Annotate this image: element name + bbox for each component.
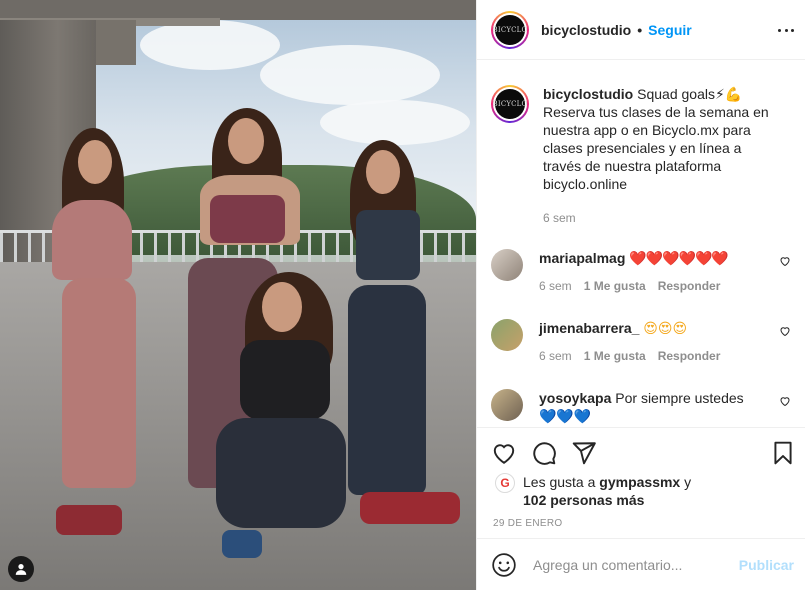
- comment-like-icon[interactable]: [779, 325, 791, 337]
- comment-username[interactable]: mariapalmag: [539, 250, 625, 266]
- person-top: [210, 195, 285, 243]
- comment-text: ❤️❤️❤️❤️❤️❤️: [629, 250, 729, 266]
- tagged-user-icon[interactable]: [8, 556, 34, 582]
- avatar-logo: BICYCLO: [493, 14, 527, 45]
- profile-avatar[interactable]: BICYCLO: [491, 10, 529, 49]
- header-separator: •: [637, 21, 643, 38]
- commenter-avatar[interactable]: [491, 249, 523, 281]
- comment-meta: 6 sem 1 Me gusta Responder: [539, 279, 759, 293]
- more-options-icon[interactable]: [778, 22, 794, 38]
- person-head: [262, 282, 302, 332]
- comment-likes[interactable]: 1 Me gusta: [584, 349, 646, 363]
- commenter-avatar[interactable]: [491, 389, 523, 421]
- comment-item: mariapalmag ❤️❤️❤️❤️❤️❤️ 6 sem 1 Me gust…: [491, 249, 791, 293]
- person-legs: [216, 418, 346, 528]
- caption: BICYCLO bicyclostudio Squad goals⚡💪 Rese…: [491, 85, 783, 227]
- person-head: [78, 140, 112, 184]
- caption-avatar[interactable]: BICYCLO: [491, 85, 529, 123]
- comment-meta: 6 sem 1 Me gusta Responder: [539, 349, 759, 363]
- comment-icon[interactable]: [531, 440, 557, 466]
- liker-avatar[interactable]: G: [495, 473, 515, 493]
- likes-prefix: Les gusta a: [523, 474, 600, 490]
- likes-mid: y: [680, 474, 692, 490]
- comments-feed[interactable]: BICYCLO bicyclostudio Squad goals⚡💪 Rese…: [477, 61, 805, 427]
- caption-username[interactable]: bicyclostudio: [543, 86, 633, 102]
- liker-username[interactable]: gympassmx: [599, 474, 680, 490]
- share-icon[interactable]: [571, 440, 597, 466]
- header-username[interactable]: bicyclostudio: [541, 22, 631, 38]
- comment-username[interactable]: yosoykapa: [539, 390, 611, 406]
- comment-time[interactable]: 6 sem: [539, 279, 572, 293]
- photo-cloud: [320, 100, 470, 145]
- commenter-avatar[interactable]: [491, 319, 523, 351]
- post-header: BICYCLO bicyclostudio • Seguir: [477, 0, 805, 60]
- publish-button[interactable]: Publicar: [739, 557, 794, 573]
- comment-item: jimenabarrera_ 😍😍😍 6 sem 1 Me gusta Resp…: [491, 319, 791, 363]
- comment-composer: Publicar: [477, 538, 805, 590]
- person-top: [52, 200, 132, 280]
- person-head: [366, 150, 400, 194]
- comment-like-icon[interactable]: [779, 255, 791, 267]
- comment-like-icon[interactable]: [779, 395, 791, 407]
- like-heart-icon[interactable]: [491, 440, 517, 466]
- user-silhouette-icon: [15, 564, 27, 575]
- person-top: [240, 340, 330, 420]
- comment-likes[interactable]: 1 Me gusta: [584, 279, 646, 293]
- avatar-logo: BICYCLO: [493, 89, 527, 119]
- person-shoes: [56, 505, 122, 535]
- bookmark-icon[interactable]: [770, 440, 796, 466]
- comment-time[interactable]: 6 sem: [539, 349, 572, 363]
- post-sidebar: BICYCLO bicyclostudio • Seguir BICYCLO b…: [476, 0, 805, 590]
- comment-input[interactable]: [533, 556, 739, 573]
- reply-button[interactable]: Responder: [658, 349, 721, 363]
- emoji-icon[interactable]: [491, 552, 517, 578]
- person-top: [356, 210, 420, 280]
- person-legs: [62, 278, 136, 488]
- caption-body: bicyclostudio Squad goals⚡💪 Reserva tus …: [543, 85, 783, 227]
- post-date[interactable]: 29 DE ENERO: [493, 518, 562, 529]
- post-actions: G Les gusta a gympassmx y 102 personas m…: [477, 427, 805, 537]
- reply-button[interactable]: Responder: [658, 279, 721, 293]
- person-shoes: [222, 530, 262, 558]
- post-photo[interactable]: [0, 0, 476, 590]
- photo-cloud: [260, 45, 440, 105]
- comment-item: yosoykapa Por siempre ustedes 💙💙💙: [491, 389, 791, 425]
- follow-button[interactable]: Seguir: [648, 22, 692, 38]
- photo-pillar: [96, 20, 136, 65]
- photo-ceiling: [0, 0, 476, 20]
- person-shoes: [360, 492, 460, 524]
- likes-others[interactable]: 102 personas más: [523, 492, 644, 508]
- comment-username[interactable]: jimenabarrera_: [539, 320, 639, 336]
- person-head: [228, 118, 264, 164]
- caption-time[interactable]: 6 sem: [543, 209, 783, 227]
- likes-summary: G Les gusta a gympassmx y 102 personas m…: [495, 473, 691, 509]
- photo-cloud: [140, 20, 280, 70]
- comment-text: 😍😍😍: [643, 320, 688, 336]
- person-legs: [348, 285, 426, 495]
